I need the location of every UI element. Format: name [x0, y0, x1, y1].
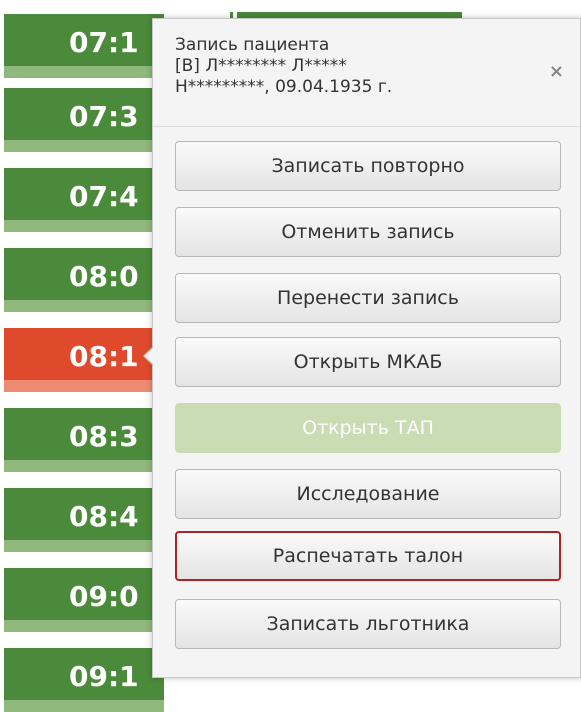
time-slot-label: 08:3 [69, 420, 139, 453]
time-slot[interactable]: 08:0 [4, 248, 164, 312]
patient-info: Н*********, 09.04.1935 г. [175, 77, 393, 97]
print-ticket-button[interactable]: Распечатать талон [175, 531, 561, 581]
time-slot[interactable]: 07:1 [4, 14, 164, 78]
time-slot[interactable]: 07:4 [4, 168, 164, 232]
open-tap-button: Открыть ТАП [175, 403, 561, 453]
schedule-column: 07:1 07:3 07:4 08:0 08:1 08:3 08:4 09:0 … [4, 0, 164, 712]
time-slot-label: 07:1 [69, 26, 139, 59]
open-mkab-button[interactable]: Открыть МКАБ [175, 337, 561, 387]
time-slot[interactable]: 08:3 [4, 408, 164, 472]
time-slot-label: 09:0 [69, 580, 139, 613]
popup-arrow-inner [145, 347, 154, 365]
top-tick-marker [233, 8, 237, 18]
time-slot-label: 09:1 [69, 660, 139, 693]
time-slot-selected[interactable]: 08:1 [4, 328, 164, 392]
close-icon[interactable]: × [549, 63, 564, 81]
time-slot[interactable]: 09:0 [4, 568, 164, 632]
time-slot-label: 07:3 [69, 100, 139, 133]
time-slot-label: 08:0 [69, 260, 139, 293]
cancel-appointment-button[interactable]: Отменить запись [175, 207, 561, 257]
popup-header: Запись пациента [В] Л******** Л***** Н**… [153, 19, 580, 127]
book-beneficiary-button[interactable]: Записать льготника [175, 599, 561, 649]
time-slot-label: 08:4 [69, 500, 139, 533]
time-slot-label: 07:4 [69, 180, 139, 213]
move-appointment-button[interactable]: Перенести запись [175, 273, 561, 323]
appointment-popup: Запись пациента [В] Л******** Л***** Н**… [152, 18, 581, 678]
research-button[interactable]: Исследование [175, 469, 561, 519]
time-slot[interactable]: 08:4 [4, 488, 164, 552]
time-slot[interactable]: 07:3 [4, 88, 164, 152]
time-slot[interactable]: 09:1 [4, 648, 164, 712]
time-slot-label: 08:1 [69, 340, 139, 373]
rebook-button[interactable]: Записать повторно [175, 141, 561, 191]
patient-name: [В] Л******** Л***** [175, 56, 347, 76]
popup-title: Запись пациента [175, 35, 330, 55]
